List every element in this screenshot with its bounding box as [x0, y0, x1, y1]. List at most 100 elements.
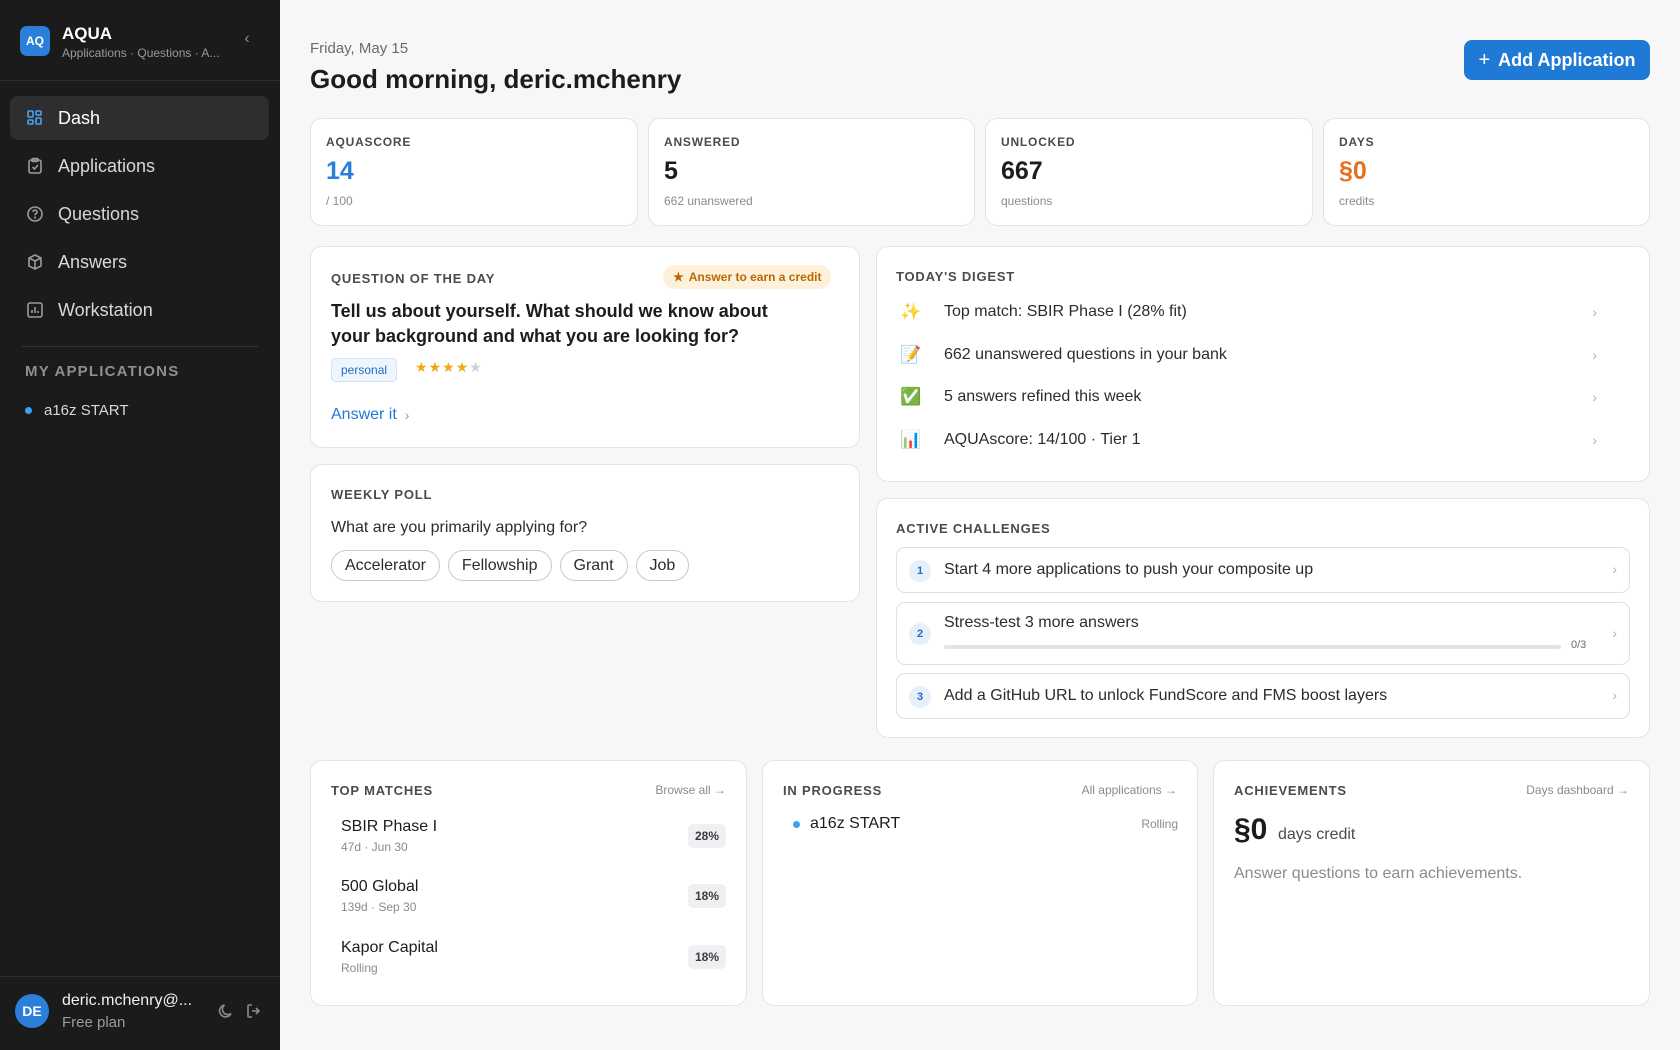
section-title: ACTIVE CHALLENGES: [896, 521, 1051, 536]
chevron-right-icon: ›: [404, 407, 410, 423]
poll-option[interactable]: Grant: [559, 550, 628, 581]
chart-icon: [26, 301, 44, 319]
in-progress-item[interactable]: a16z START Rolling: [793, 815, 1178, 833]
days-dashboard-link[interactable]: Days dashboard →: [1526, 783, 1629, 797]
section-title: ACHIEVEMENTS: [1234, 783, 1347, 798]
question-of-the-day-card: QUESTION OF THE DAY ★ Answer to earn a c…: [310, 246, 860, 448]
match-name: SBIR Phase I: [341, 818, 438, 835]
chevron-right-icon: ›: [1612, 625, 1617, 641]
avatar: DE: [15, 994, 49, 1028]
stat-value: 5: [664, 157, 678, 185]
main-content: Friday, May 15 Good morning, deric.mchen…: [280, 0, 1680, 1050]
nav-item-workstation[interactable]: Workstation: [10, 288, 269, 332]
box-icon: [26, 253, 44, 271]
status-dot: [793, 820, 800, 828]
challenge-item[interactable]: 1 Start 4 more applications to push your…: [896, 547, 1630, 593]
match-item[interactable]: SBIR Phase I 47d · Jun 30 28%: [341, 818, 726, 862]
stat-value: 14: [326, 157, 354, 185]
nav-item-questions[interactable]: Questions: [10, 192, 269, 236]
match-name: Kapor Capital: [341, 939, 438, 956]
chevron-right-icon: ›: [1592, 346, 1597, 363]
weekly-poll-card: WEEKLY POLL What are you primarily apply…: [310, 464, 860, 602]
divider: [0, 976, 280, 977]
user-email: deric.mchenry@...: [62, 992, 193, 1009]
brand[interactable]: AQ AQUA Applications · Questions · A...: [20, 24, 265, 64]
active-challenges-card: ACTIVE CHALLENGES 1 Start 4 more applica…: [876, 498, 1650, 738]
star-icon: ★: [428, 359, 443, 375]
difficulty-rating: ★★★★★: [415, 359, 483, 376]
nav-item-answers[interactable]: Answers: [10, 240, 269, 284]
question-tag[interactable]: personal: [331, 358, 398, 382]
chevron-right-icon: ›: [1592, 431, 1597, 448]
challenge-item[interactable]: 3 Add a GitHub URL to unlock FundScore a…: [896, 673, 1630, 719]
brand-title: AQUA: [62, 24, 113, 43]
digest-item[interactable]: ✨ Top match: SBIR Phase I (28% fit) ›: [897, 291, 1597, 334]
add-application-label: Add Application: [1498, 49, 1636, 70]
section-title: TOP MATCHES: [331, 783, 433, 798]
logout-icon[interactable]: [245, 1002, 263, 1020]
application-name: a16z START: [810, 815, 901, 832]
stat-label: AQUASCORE: [326, 135, 412, 149]
poll-option[interactable]: Accelerator: [331, 550, 440, 581]
divider: [22, 346, 258, 347]
challenge-progress-bar: [944, 645, 1561, 649]
stat-sub: 662 unanswered: [664, 194, 753, 208]
section-title: WEEKLY POLL: [331, 487, 433, 502]
in-progress-name: a16z START: [793, 815, 1178, 833]
plus-icon: +: [1478, 48, 1491, 71]
stat-card-aquascore[interactable]: AQUASCORE 14 / 100: [310, 118, 638, 226]
status-dot: [25, 407, 32, 414]
challenge-text: Stress-test 3 more answers: [944, 614, 1139, 631]
achievement-credit-unit: days credit: [1278, 826, 1356, 843]
question-text: Tell us about yourself. What should we k…: [331, 301, 768, 346]
challenge-number: 2: [909, 623, 931, 645]
stat-card-unlocked[interactable]: UNLOCKED 667 questions: [985, 118, 1313, 226]
poll-option[interactable]: Job: [635, 550, 690, 581]
add-application-button[interactable]: + Add Application: [1464, 40, 1650, 80]
browse-all-link[interactable]: Browse all →: [655, 783, 726, 797]
earn-credit-badge: ★ Answer to earn a credit: [663, 265, 832, 289]
digest-item[interactable]: ✅ 5 answers refined this week ›: [897, 376, 1597, 419]
page-title: Good morning, deric.mchenry: [310, 64, 682, 94]
achievements-empty-state: Answer questions to earn achievements.: [1234, 865, 1523, 882]
chevron-right-icon: ›: [1612, 561, 1617, 577]
moon-icon[interactable]: [217, 1002, 235, 1020]
match-fit-badge: 18%: [687, 884, 726, 908]
match-item[interactable]: 500 Global 139d · Sep 30 18%: [341, 878, 726, 922]
digest-item[interactable]: 📝 662 unanswered questions in your bank …: [897, 334, 1597, 377]
digest-item[interactable]: 📊 AQUAscore: 14/100 · Tier 1 ›: [897, 419, 1597, 462]
brand-logo: AQ: [20, 26, 50, 56]
answer-it-link[interactable]: Answer it ›: [331, 406, 409, 424]
section-title: IN PROGRESS: [783, 783, 883, 798]
poll-question: What are you primarily applying for?: [331, 519, 588, 536]
my-application-item[interactable]: a16z START: [25, 402, 128, 419]
section-title: QUESTION OF THE DAY: [331, 271, 496, 286]
nav-label: Questions: [58, 203, 140, 224]
application-status: Rolling: [1141, 817, 1178, 831]
stat-card-days[interactable]: DAYS §0 credits: [1323, 118, 1650, 226]
bar-chart-icon: 📊: [900, 429, 922, 449]
progress-count: 0/3: [1571, 639, 1587, 651]
nav-item-applications[interactable]: Applications: [10, 144, 269, 188]
digest-text: 5 answers refined this week: [944, 388, 1142, 406]
answer-it-label: Answer it: [331, 406, 397, 423]
nav-item-dash[interactable]: Dash: [10, 96, 269, 140]
poll-option[interactable]: Fellowship: [447, 550, 552, 581]
all-applications-link[interactable]: All applications →: [1082, 783, 1177, 797]
challenge-text: Add a GitHub URL to unlock FundScore and…: [944, 687, 1388, 704]
match-meta: 139d · Sep 30: [341, 900, 417, 914]
stat-card-answered[interactable]: ANSWERED 5 662 unanswered: [648, 118, 975, 226]
main-nav: Dash Applications Questions Answers Work…: [10, 96, 269, 336]
user-profile[interactable]: DE deric.mchenry@... Free plan: [15, 992, 270, 1034]
match-item[interactable]: Kapor Capital Rolling 18%: [341, 939, 726, 983]
earn-credit-label: Answer to earn a credit: [688, 270, 822, 284]
sidebar: AQ AQUA Applications · Questions · A... …: [0, 0, 280, 1050]
star-icon: ★: [415, 359, 429, 375]
challenge-item[interactable]: 2 Stress-test 3 more answers 0/3 ›: [896, 602, 1630, 665]
stat-label: DAYS: [1339, 135, 1375, 149]
stat-sub: questions: [1001, 194, 1053, 208]
collapse-sidebar-icon[interactable]: ‹: [238, 30, 256, 48]
brand-subtitle: Applications · Questions · A...: [62, 46, 220, 60]
top-matches-card: TOP MATCHES Browse all → SBIR Phase I 47…: [310, 760, 747, 1006]
stat-sub: / 100: [326, 194, 353, 208]
